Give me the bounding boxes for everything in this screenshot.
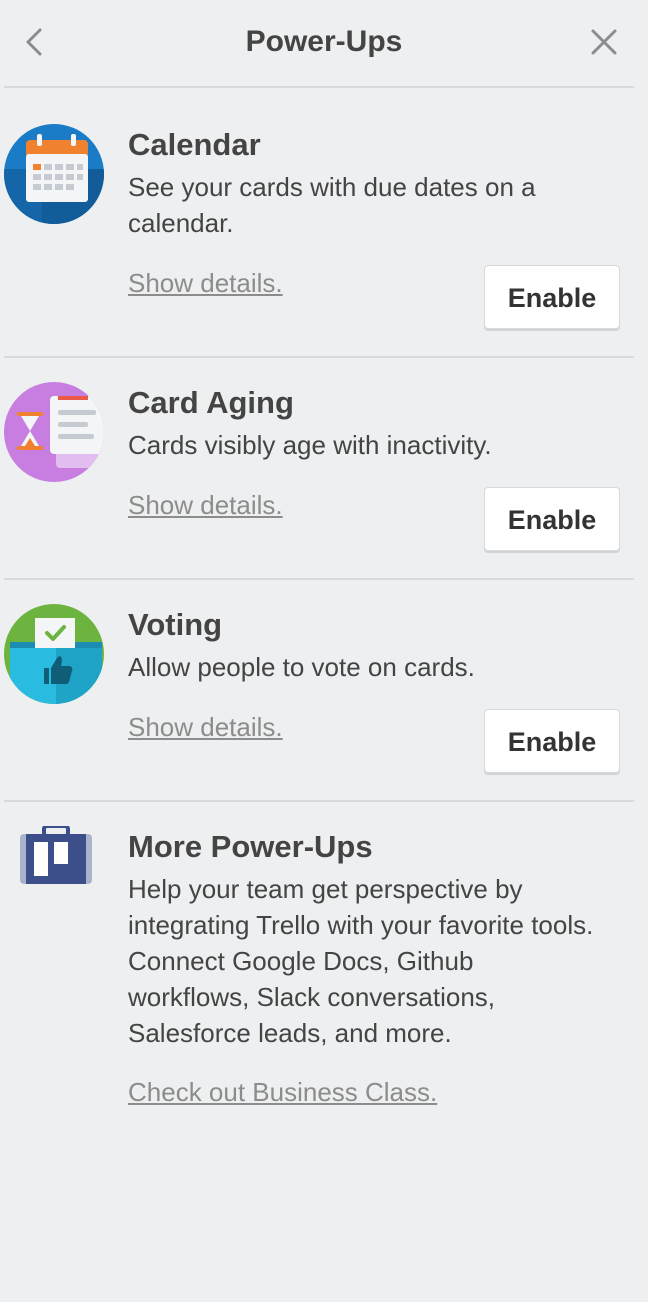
enable-button[interactable]: Enable (484, 709, 620, 773)
header-divider (4, 86, 634, 88)
business-class-link[interactable]: Check out Business Class. (128, 1074, 437, 1110)
enable-button[interactable]: Enable (484, 487, 620, 551)
powerup-title: Voting (128, 607, 223, 642)
divider (4, 578, 634, 580)
close-icon (591, 29, 617, 55)
powerup-title: Calendar (128, 127, 261, 162)
divider (4, 800, 634, 802)
powerup-description: Cards visibly age with inactivity. (128, 430, 492, 460)
powerup-title: Card Aging (128, 385, 294, 420)
more-description: Help your team get perspective by integr… (128, 874, 594, 1048)
header: Power-Ups (0, 0, 648, 87)
powerup-description: Allow people to vote on cards. (128, 652, 475, 682)
calendar-icon (4, 124, 104, 224)
close-button[interactable] (584, 22, 624, 62)
show-details-link[interactable]: Show details. (128, 487, 283, 523)
powerup-description: See your cards with due dates on a calen… (128, 172, 536, 238)
card-aging-icon (4, 382, 104, 482)
show-details-link[interactable]: Show details. (128, 265, 283, 301)
divider (4, 356, 634, 358)
voting-icon (4, 604, 104, 704)
enable-button[interactable]: Enable (484, 265, 620, 329)
page-title: Power-Ups (245, 25, 403, 58)
more-title: More Power-Ups (128, 829, 373, 864)
show-details-link[interactable]: Show details. (128, 709, 283, 745)
briefcase-icon (18, 824, 94, 886)
